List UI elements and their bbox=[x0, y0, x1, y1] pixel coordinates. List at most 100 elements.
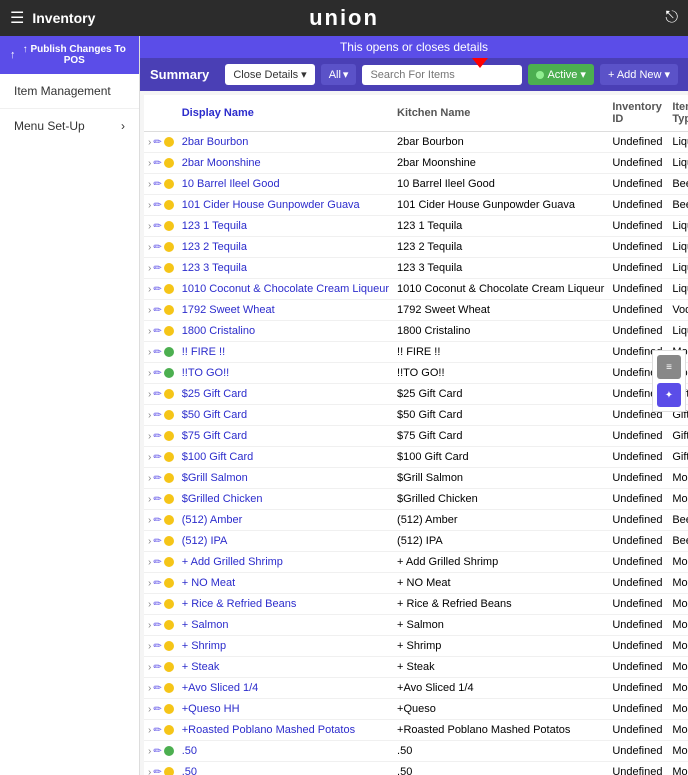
search-input[interactable] bbox=[362, 65, 522, 85]
expand-icon[interactable]: › bbox=[148, 179, 151, 190]
edit-icon[interactable]: ✏ bbox=[153, 515, 161, 526]
side-icon-button-2[interactable]: ✦ bbox=[657, 383, 681, 407]
status-dot-icon bbox=[164, 704, 174, 714]
kitchen-name-cell: $Grilled Chicken bbox=[393, 489, 608, 510]
th-kitchen-name: Kitchen Name bbox=[393, 95, 608, 132]
edit-icon[interactable]: ✏ bbox=[153, 746, 161, 757]
edit-icon[interactable]: ✏ bbox=[153, 200, 161, 211]
expand-icon[interactable]: › bbox=[148, 305, 151, 316]
expand-icon[interactable]: › bbox=[148, 662, 151, 673]
edit-icon[interactable]: ✏ bbox=[153, 242, 161, 253]
edit-icon[interactable]: ✏ bbox=[153, 767, 161, 775]
expand-icon[interactable]: › bbox=[148, 347, 151, 358]
edit-icon[interactable]: ✏ bbox=[153, 158, 161, 169]
edit-icon[interactable]: ✏ bbox=[153, 263, 161, 274]
table-row: › ✏ .50 .50 Undefined Modifier Modifier … bbox=[144, 762, 688, 775]
expand-icon[interactable]: › bbox=[148, 515, 151, 526]
expand-icon[interactable]: › bbox=[148, 536, 151, 547]
edit-icon[interactable]: ✏ bbox=[153, 179, 161, 190]
expand-icon[interactable]: › bbox=[148, 200, 151, 211]
add-new-button[interactable]: + Add New ▾ bbox=[600, 64, 678, 85]
expand-icon[interactable]: › bbox=[148, 326, 151, 337]
edit-icon[interactable]: ✏ bbox=[153, 431, 161, 442]
edit-icon[interactable]: ✏ bbox=[153, 599, 161, 610]
edit-icon[interactable]: ✏ bbox=[153, 347, 161, 358]
item-type-cell: Modifier bbox=[668, 468, 688, 489]
expand-icon[interactable]: › bbox=[148, 158, 151, 169]
expand-icon[interactable]: › bbox=[148, 620, 151, 631]
table-row: › ✏ $50 Gift Card $50 Gift Card Undefine… bbox=[144, 405, 688, 426]
kitchen-name-cell: .50 bbox=[393, 762, 608, 775]
expand-icon[interactable]: › bbox=[148, 452, 151, 463]
edit-icon[interactable]: ✏ bbox=[153, 452, 161, 463]
display-name-cell: +Avo Sliced 1/4 bbox=[178, 678, 393, 699]
edit-icon[interactable]: ✏ bbox=[153, 725, 161, 736]
publish-button[interactable]: ↑ ↑ Publish Changes To POS bbox=[0, 36, 139, 74]
all-button[interactable]: All ▾ bbox=[321, 64, 357, 85]
edit-icon[interactable]: ✏ bbox=[153, 326, 161, 337]
edit-icon[interactable]: ✏ bbox=[153, 557, 161, 568]
edit-icon[interactable]: ✏ bbox=[153, 578, 161, 589]
edit-icon[interactable]: ✏ bbox=[153, 389, 161, 400]
expand-icon[interactable]: › bbox=[148, 284, 151, 295]
nav-title: Inventory bbox=[32, 10, 95, 26]
edit-icon[interactable]: ✏ bbox=[153, 641, 161, 652]
sidebar-item-item-management[interactable]: Item Management bbox=[0, 74, 139, 109]
row-actions: › ✏ bbox=[144, 594, 178, 615]
sidebar-item-menu-set-up[interactable]: Menu Set-Up › bbox=[0, 109, 139, 143]
top-nav: ☰ Inventory union ⎋ bbox=[0, 0, 688, 36]
edit-icon[interactable]: ✏ bbox=[153, 410, 161, 421]
expand-icon[interactable]: › bbox=[148, 263, 151, 274]
expand-icon[interactable]: › bbox=[148, 683, 151, 694]
expand-icon[interactable]: › bbox=[148, 578, 151, 589]
edit-icon[interactable]: ✏ bbox=[153, 473, 161, 484]
inventory-id-cell: Undefined bbox=[608, 594, 668, 615]
item-type-cell: Liquor bbox=[668, 279, 688, 300]
kitchen-name-cell: + Shrimp bbox=[393, 636, 608, 657]
expand-icon[interactable]: › bbox=[148, 767, 151, 775]
active-button[interactable]: Active ▾ bbox=[528, 64, 594, 85]
item-type-cell: Liquor bbox=[668, 258, 688, 279]
edit-icon[interactable]: ✏ bbox=[153, 137, 161, 148]
edit-icon[interactable]: ✏ bbox=[153, 620, 161, 631]
expand-icon[interactable]: › bbox=[148, 725, 151, 736]
kitchen-name-cell: 10 Barrel Ileel Good bbox=[393, 174, 608, 195]
close-details-button[interactable]: Close Details ▾ bbox=[225, 64, 314, 85]
expand-icon[interactable]: › bbox=[148, 599, 151, 610]
side-icon-button-1[interactable]: ≡ bbox=[657, 355, 681, 379]
edit-icon[interactable]: ✏ bbox=[153, 494, 161, 505]
app-logo: union bbox=[309, 5, 379, 31]
edit-icon[interactable]: ✏ bbox=[153, 221, 161, 232]
expand-icon[interactable]: › bbox=[148, 704, 151, 715]
expand-icon[interactable]: › bbox=[148, 137, 151, 148]
expand-icon[interactable]: › bbox=[148, 473, 151, 484]
expand-icon[interactable]: › bbox=[148, 368, 151, 379]
expand-icon[interactable]: › bbox=[148, 431, 151, 442]
expand-icon[interactable]: › bbox=[148, 557, 151, 568]
kitchen-name-cell: $Grill Salmon bbox=[393, 468, 608, 489]
row-actions: › ✏ bbox=[144, 384, 178, 405]
edit-icon[interactable]: ✏ bbox=[153, 305, 161, 316]
edit-icon[interactable]: ✏ bbox=[153, 662, 161, 673]
edit-icon[interactable]: ✏ bbox=[153, 368, 161, 379]
kitchen-name-cell: 2bar Bourbon bbox=[393, 132, 608, 153]
expand-icon[interactable]: › bbox=[148, 221, 151, 232]
edit-icon[interactable]: ✏ bbox=[153, 704, 161, 715]
expand-icon[interactable]: › bbox=[148, 389, 151, 400]
edit-icon[interactable]: ✏ bbox=[153, 536, 161, 547]
row-actions: › ✏ bbox=[144, 132, 178, 153]
close-details-chevron: ▾ bbox=[301, 68, 307, 81]
status-dot-icon bbox=[164, 158, 174, 168]
exit-icon[interactable]: ⎋ bbox=[665, 9, 678, 27]
display-name-cell: 2bar Bourbon bbox=[178, 132, 393, 153]
hamburger-icon[interactable]: ☰ bbox=[10, 8, 24, 28]
kitchen-name-cell: 123 3 Tequila bbox=[393, 258, 608, 279]
edit-icon[interactable]: ✏ bbox=[153, 683, 161, 694]
expand-icon[interactable]: › bbox=[148, 641, 151, 652]
expand-icon[interactable]: › bbox=[148, 242, 151, 253]
edit-icon[interactable]: ✏ bbox=[153, 284, 161, 295]
expand-icon[interactable]: › bbox=[148, 410, 151, 421]
inventory-id-cell: Undefined bbox=[608, 216, 668, 237]
expand-icon[interactable]: › bbox=[148, 746, 151, 757]
expand-icon[interactable]: › bbox=[148, 494, 151, 505]
